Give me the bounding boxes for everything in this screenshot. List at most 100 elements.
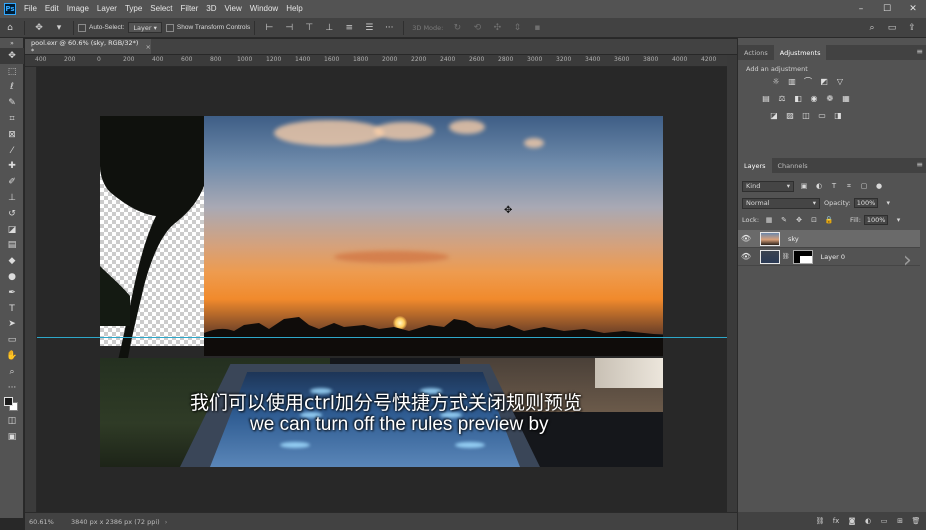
lock-image-icon[interactable]: ✎ <box>779 215 789 225</box>
show-transform-checkbox[interactable] <box>165 23 174 32</box>
panel-menu-icon[interactable]: ≡ <box>916 160 923 169</box>
tab-channels[interactable]: Channels <box>772 158 814 173</box>
menu-filter[interactable]: Filter <box>177 0 203 18</box>
color-lookup-icon[interactable]: ▦ <box>840 93 852 103</box>
add-mask-icon[interactable]: ◙ <box>847 516 857 526</box>
brightness-contrast-icon[interactable]: ☼ <box>770 76 782 86</box>
move-tool-icon[interactable]: ✥ <box>0 48 24 64</box>
vertical-scrollbar[interactable] <box>727 55 737 512</box>
layer-filter-dropdown[interactable]: Kind ▾ <box>742 180 794 192</box>
new-adjustment-icon[interactable]: ◐ <box>863 516 873 526</box>
auto-select-checkbox[interactable] <box>78 23 86 32</box>
menu-file[interactable]: File <box>20 0 41 18</box>
new-layer-icon[interactable]: ⊞ <box>895 516 905 526</box>
color-swatches[interactable] <box>0 396 24 414</box>
opacity-input[interactable]: 100% <box>853 198 879 208</box>
menu-edit[interactable]: Edit <box>41 0 63 18</box>
3d-slide-icon[interactable]: ⇕ <box>510 21 524 35</box>
lock-all-icon[interactable]: 🔒 <box>824 215 834 225</box>
screen-mode-icon[interactable]: ▣ <box>0 429 24 445</box>
lasso-tool-icon[interactable]: ℓ <box>0 80 24 96</box>
lock-transparent-icon[interactable]: ▦ <box>764 215 774 225</box>
eyedropper-tool-icon[interactable]: ⁄ <box>0 143 24 159</box>
vibrance-icon[interactable]: ▽ <box>834 76 846 86</box>
path-select-tool-icon[interactable]: ➤ <box>0 317 24 333</box>
lock-position-icon[interactable]: ✥ <box>794 215 804 225</box>
3d-pan-icon[interactable]: ✣ <box>490 21 504 35</box>
menu-help[interactable]: Help <box>282 0 306 18</box>
layer-style-icon[interactable]: fx <box>831 516 841 526</box>
brush-tool-icon[interactable]: ✐ <box>0 174 24 190</box>
frame-tool-icon[interactable]: ⊠ <box>0 127 24 143</box>
new-group-icon[interactable]: ▭ <box>879 516 889 526</box>
pen-tool-icon[interactable]: ✒ <box>0 285 24 301</box>
move-tool-icon[interactable]: ✥ <box>32 21 46 35</box>
clone-stamp-tool-icon[interactable]: ⊥ <box>0 190 24 206</box>
3d-scale-icon[interactable]: ▪ <box>530 21 544 35</box>
exposure-icon[interactable]: ◩ <box>818 76 830 86</box>
filter-toggle-icon[interactable]: ● <box>874 181 884 191</box>
maximize-icon[interactable]: ☐ <box>874 0 900 18</box>
layer-mask-thumbnail[interactable] <box>792 249 813 264</box>
menu-view[interactable]: View <box>221 0 246 18</box>
horizontal-ruler[interactable]: 400 200 0 200 400 600 800 1000 1200 1400… <box>25 55 727 67</box>
lock-artboard-icon[interactable]: ⊡ <box>809 215 819 225</box>
auto-select-dropdown[interactable]: Layer ▾ <box>128 22 162 33</box>
menu-3d[interactable]: 3D <box>202 0 220 18</box>
close-icon[interactable]: ✕ <box>900 0 926 18</box>
gradient-map-icon[interactable]: ▭ <box>816 110 828 120</box>
marquee-tool-icon[interactable]: ⬚ <box>0 64 24 80</box>
align-middle-icon[interactable]: ≡ <box>342 21 356 35</box>
posterize-icon[interactable]: ▨ <box>784 110 796 120</box>
align-left-icon[interactable]: ⊢ <box>262 21 276 35</box>
chevron-down-icon[interactable]: ▾ <box>52 21 66 35</box>
more-tools-icon[interactable]: ··· <box>0 380 24 396</box>
layer-row-sky[interactable]: 👁 sky <box>738 230 920 248</box>
dodge-tool-icon[interactable]: ● <box>0 269 24 285</box>
hue-saturation-icon[interactable]: ▤ <box>760 93 772 103</box>
align-bottom-icon[interactable]: ☰ <box>362 21 376 35</box>
menu-type[interactable]: Type <box>121 0 146 18</box>
zoom-tool-icon[interactable]: ⌕ <box>0 364 24 380</box>
filter-type-icon[interactable]: T <box>829 181 839 191</box>
delete-layer-icon[interactable]: 🗑 <box>911 516 921 526</box>
canvas-area[interactable]: ✥ <box>37 67 727 512</box>
blend-mode-dropdown[interactable]: Normal ▾ <box>742 197 820 209</box>
guide-line[interactable] <box>37 337 727 338</box>
crop-tool-icon[interactable]: ⌗ <box>0 111 24 127</box>
more-options-icon[interactable]: ··· <box>382 21 396 35</box>
quick-mask-icon[interactable]: ◫ <box>0 414 24 430</box>
align-center-icon[interactable]: ⊣ <box>282 21 296 35</box>
filter-shape-icon[interactable]: ⌗ <box>844 181 854 191</box>
mask-link-icon[interactable]: ⛓ <box>782 253 790 260</box>
foreground-color-swatch[interactable] <box>4 396 13 406</box>
workspace-icon[interactable]: ▭ <box>885 21 899 35</box>
menu-layer[interactable]: Layer <box>93 0 121 18</box>
invert-icon[interactable]: ◪ <box>768 110 780 120</box>
color-balance-icon[interactable]: ⚖ <box>776 93 788 103</box>
healing-brush-tool-icon[interactable]: ✚ <box>0 159 24 175</box>
selective-color-icon[interactable]: ◨ <box>832 110 844 120</box>
black-white-icon[interactable]: ◧ <box>792 93 804 103</box>
blur-tool-icon[interactable]: ◆ <box>0 253 24 269</box>
document-tab[interactable]: pool.exr @ 60.6% (sky, RGB/32*) * × <box>25 39 151 55</box>
chevron-down-icon[interactable]: ▾ <box>893 215 903 225</box>
chevron-right-icon[interactable]: › <box>903 248 912 273</box>
zoom-level[interactable]: 60.61% <box>29 518 69 526</box>
levels-icon[interactable]: ▥ <box>786 76 798 86</box>
rectangle-tool-icon[interactable]: ▭ <box>0 332 24 348</box>
eraser-tool-icon[interactable]: ◪ <box>0 222 24 238</box>
status-menu-icon[interactable]: › <box>165 518 168 526</box>
photo-filter-icon[interactable]: ◉ <box>808 93 820 103</box>
visibility-eye-icon[interactable]: 👁 <box>738 252 754 261</box>
filter-adjustment-icon[interactable]: ◐ <box>814 181 824 191</box>
menu-window[interactable]: Window <box>246 0 282 18</box>
align-top-icon[interactable]: ⊥ <box>322 21 336 35</box>
menu-select[interactable]: Select <box>146 0 176 18</box>
chevron-down-icon[interactable]: ▾ <box>883 198 893 208</box>
quick-select-tool-icon[interactable]: ✎ <box>0 95 24 111</box>
3d-orbit-icon[interactable]: ↻ <box>450 21 464 35</box>
minimize-icon[interactable]: – <box>848 0 874 18</box>
layer-row-layer-0[interactable]: 👁 ⛓ Layer 0 <box>738 248 920 266</box>
vertical-ruler[interactable] <box>25 67 37 512</box>
